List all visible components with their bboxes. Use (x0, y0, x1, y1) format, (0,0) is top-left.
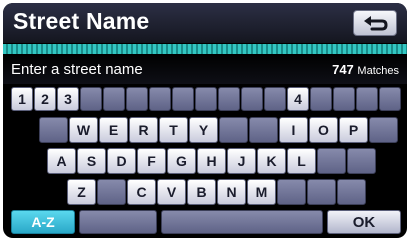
key-4[interactable]: 4 (287, 87, 309, 111)
key-blank[interactable] (337, 179, 366, 205)
key-w[interactable]: W (69, 117, 98, 143)
key-1[interactable]: 1 (11, 87, 33, 111)
key-l[interactable]: L (287, 148, 316, 174)
entry-row: Enter a street name 747 Matches (3, 54, 407, 84)
key-t[interactable]: T (159, 117, 188, 143)
key-blank[interactable] (218, 87, 240, 111)
return-arrow-icon (364, 16, 388, 31)
key-d[interactable]: D (107, 148, 136, 174)
key-g[interactable]: G (167, 148, 196, 174)
space-key[interactable] (161, 210, 323, 234)
key-blank[interactable] (333, 87, 355, 111)
navigation-screen: Street Name Enter a street name 747 Matc… (3, 3, 407, 238)
key-2[interactable]: 2 (34, 87, 56, 111)
key-blank[interactable] (356, 87, 378, 111)
key-blank[interactable] (97, 179, 126, 205)
divider-bar (3, 44, 407, 54)
page-title: Street Name (13, 8, 150, 34)
key-blank[interactable] (241, 87, 263, 111)
key-s[interactable]: S (77, 148, 106, 174)
key-z[interactable]: Z (67, 179, 96, 205)
key-blank[interactable] (317, 148, 346, 174)
key-blank[interactable] (126, 87, 148, 111)
key-blank[interactable] (310, 87, 332, 111)
ok-button[interactable]: OK (327, 210, 401, 234)
match-count-unit: Matches (357, 65, 399, 77)
key-blank[interactable] (249, 117, 278, 143)
title-bar: Street Name (3, 3, 407, 43)
key-blank[interactable] (307, 179, 336, 205)
key-y[interactable]: Y (189, 117, 218, 143)
key-blank[interactable] (103, 87, 125, 111)
key-blank[interactable] (80, 87, 102, 111)
back-button[interactable] (353, 10, 397, 36)
key-blank[interactable] (39, 117, 68, 143)
key-blank[interactable] (347, 148, 376, 174)
match-count-value: 747 (332, 62, 354, 77)
key-a[interactable]: A (47, 148, 76, 174)
key-h[interactable]: H (197, 148, 226, 174)
key-b[interactable]: B (187, 179, 216, 205)
entry-prompt: Enter a street name (11, 61, 143, 78)
key-3[interactable]: 3 (57, 87, 79, 111)
key-blank[interactable] (149, 87, 171, 111)
key-p[interactable]: P (339, 117, 368, 143)
key-blank[interactable] (172, 87, 194, 111)
key-i[interactable]: I (279, 117, 308, 143)
key-blank[interactable] (219, 117, 248, 143)
key-k[interactable]: K (257, 148, 286, 174)
key-c[interactable]: C (127, 179, 156, 205)
key-blank[interactable] (264, 87, 286, 111)
key-f[interactable]: F (137, 148, 166, 174)
match-count: 747 Matches (332, 62, 399, 77)
key-m[interactable]: M (247, 179, 276, 205)
key-blank[interactable] (369, 117, 398, 143)
key-r[interactable]: R (129, 117, 158, 143)
key-blank[interactable] (277, 179, 306, 205)
key-j[interactable]: J (227, 148, 256, 174)
key-blank[interactable] (195, 87, 217, 111)
key-o[interactable]: O (309, 117, 338, 143)
mode-key-blank[interactable] (79, 210, 157, 234)
key-e[interactable]: E (99, 117, 128, 143)
key-blank[interactable] (379, 87, 401, 111)
alphabet-mode-key[interactable]: A-Z (11, 210, 75, 234)
key-n[interactable]: N (217, 179, 246, 205)
key-v[interactable]: V (157, 179, 186, 205)
